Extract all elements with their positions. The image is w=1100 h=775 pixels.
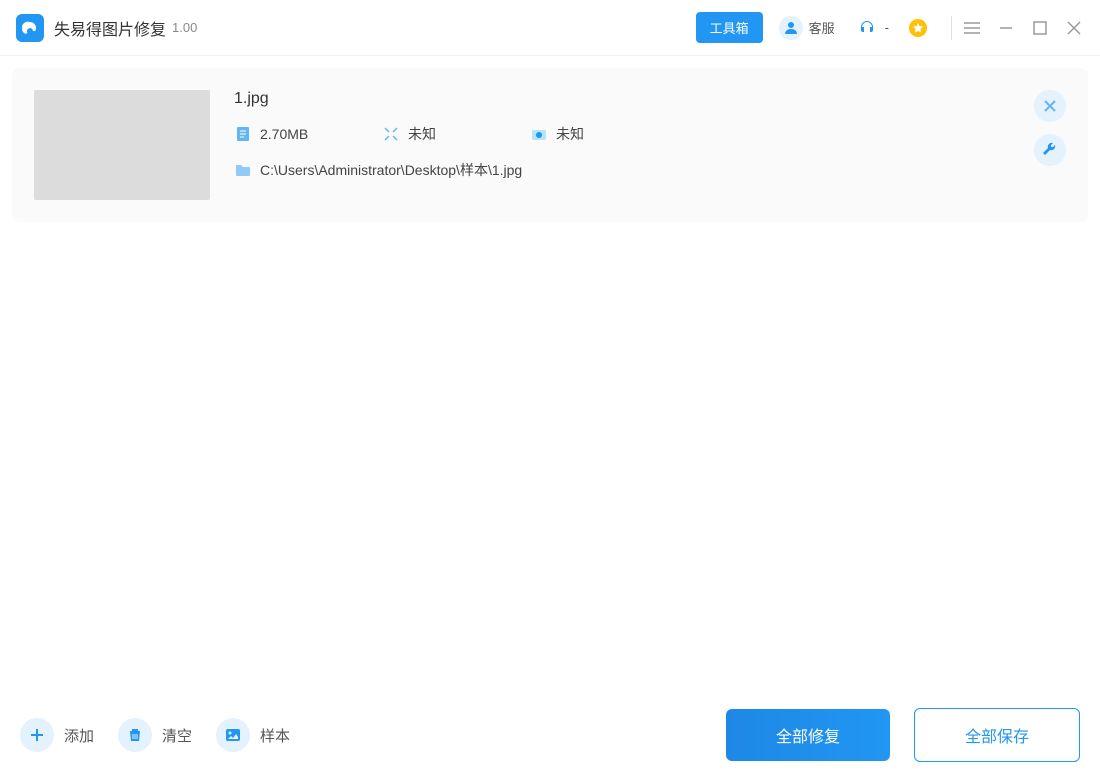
remove-file-button[interactable] [1034, 90, 1066, 122]
sample-label: 样本 [260, 725, 290, 746]
file-path-meta: C:\Users\Administrator\Desktop\样本\1.jpg [234, 160, 1010, 180]
camera-meta: 未知 [530, 124, 660, 144]
footer: 添加 清空 样本 全部修复 全部保存 [0, 695, 1100, 775]
premium-icon[interactable] [909, 19, 927, 37]
file-name: 1.jpg [234, 90, 1010, 108]
folder-icon [234, 161, 252, 179]
close-button[interactable] [1064, 18, 1084, 38]
file-card: 1.jpg 2.70MB 未知 [12, 68, 1088, 222]
file-size-meta: 2.70MB [234, 124, 364, 144]
divider [951, 16, 952, 40]
app-version: 1.00 [172, 20, 197, 35]
headset-button[interactable]: - [855, 16, 889, 40]
trash-icon [118, 718, 152, 752]
clear-label: 清空 [162, 725, 192, 746]
menu-icon[interactable] [962, 18, 982, 38]
app-logo-icon [16, 14, 44, 42]
clear-button[interactable]: 清空 [118, 718, 192, 752]
sample-button[interactable]: 样本 [216, 718, 290, 752]
minimize-button[interactable] [996, 18, 1016, 38]
close-icon [1043, 99, 1057, 113]
file-list: 1.jpg 2.70MB 未知 [0, 56, 1100, 695]
plus-icon [20, 718, 54, 752]
app-title: 失易得图片修复 [54, 16, 166, 40]
repair-file-button[interactable] [1034, 134, 1066, 166]
add-button[interactable]: 添加 [20, 718, 94, 752]
dimensions-meta: 未知 [382, 124, 512, 144]
wrench-icon [1042, 142, 1058, 158]
titlebar: 失易得图片修复 1.00 工具箱 客服 - [0, 0, 1100, 56]
image-icon [216, 718, 250, 752]
camera-icon [530, 125, 548, 143]
filesize-icon [234, 125, 252, 143]
toolbox-button[interactable]: 工具箱 [696, 12, 763, 43]
save-all-button[interactable]: 全部保存 [914, 708, 1080, 762]
repair-all-button[interactable]: 全部修复 [726, 709, 890, 761]
headset-icon [855, 16, 879, 40]
customer-service-button[interactable]: 客服 [779, 16, 835, 40]
service-icon [779, 16, 803, 40]
dimensions-icon [382, 125, 400, 143]
dimensions-value: 未知 [408, 124, 436, 144]
file-size-value: 2.70MB [260, 126, 308, 142]
service-label: 客服 [809, 18, 835, 37]
maximize-button[interactable] [1030, 18, 1050, 38]
headset-label: - [885, 20, 889, 35]
file-path-value: C:\Users\Administrator\Desktop\样本\1.jpg [260, 160, 522, 180]
add-label: 添加 [64, 725, 94, 746]
camera-value: 未知 [556, 124, 584, 144]
thumbnail[interactable] [34, 90, 210, 200]
